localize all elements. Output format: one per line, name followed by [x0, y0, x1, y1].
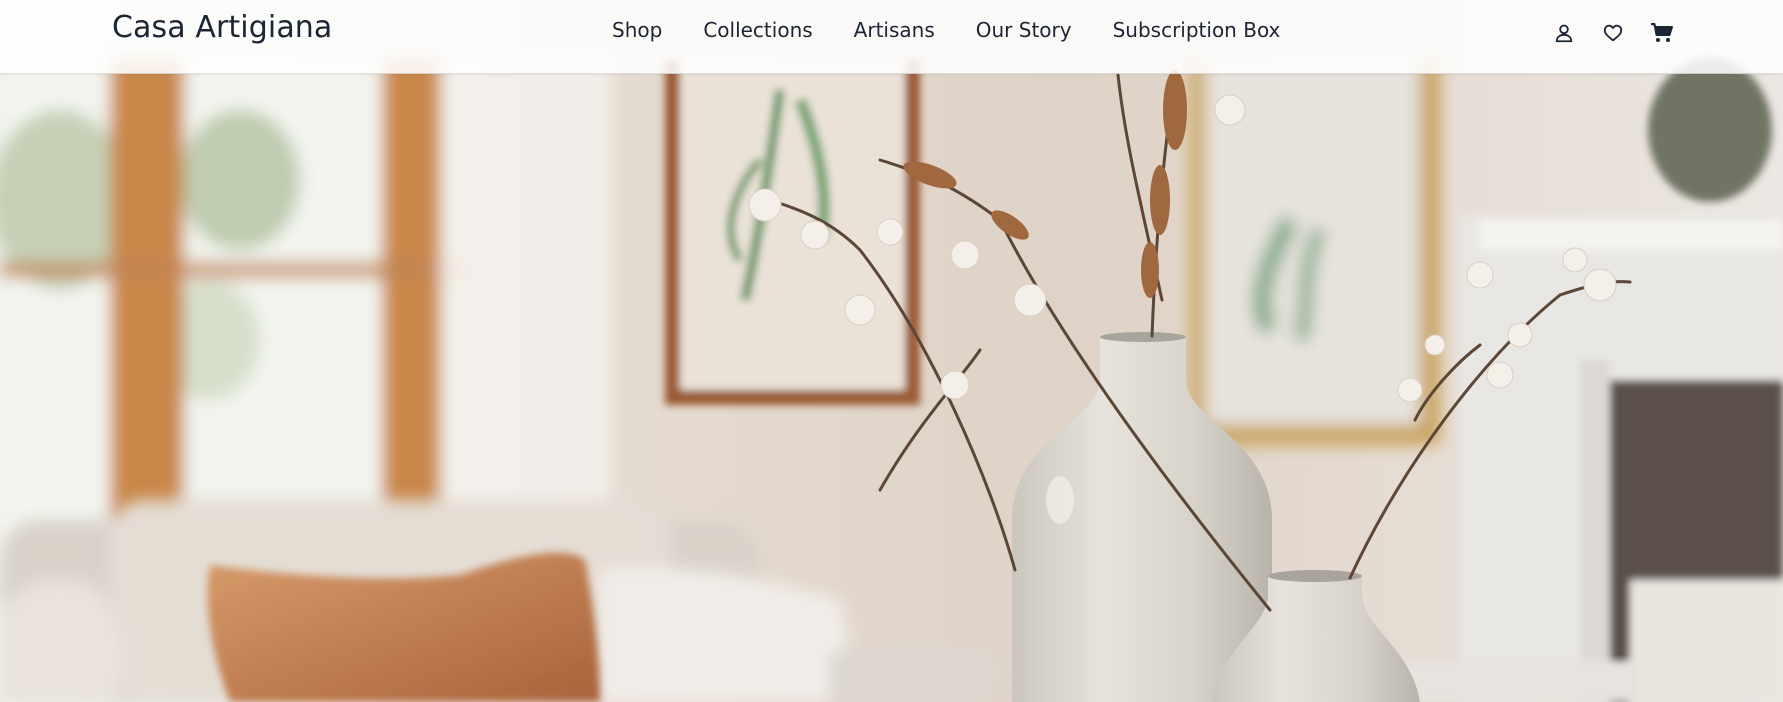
cart-button[interactable] [1649, 20, 1675, 46]
site-logo[interactable]: Casa Artigiana [112, 10, 332, 45]
nav-link-collections[interactable]: Collections [703, 18, 812, 42]
wishlist-button[interactable] [1600, 20, 1626, 46]
nav-link-our-story[interactable]: Our Story [976, 18, 1072, 42]
heart-icon [1603, 24, 1623, 42]
cart-icon [1651, 23, 1673, 42]
main-nav: Shop Collections Artisans Our Story Subs… [612, 18, 1280, 42]
account-button[interactable] [1551, 20, 1577, 46]
hero-scene-illustration [0, 0, 1783, 702]
user-icon [1555, 24, 1573, 43]
hero-image [0, 0, 1783, 702]
nav-link-subscription-box[interactable]: Subscription Box [1113, 18, 1281, 42]
header-actions [1528, 20, 1675, 46]
site-header: Casa Artigiana Shop Collections Artisans… [0, 0, 1783, 74]
nav-link-shop[interactable]: Shop [612, 18, 662, 42]
nav-link-artisans[interactable]: Artisans [854, 18, 935, 42]
